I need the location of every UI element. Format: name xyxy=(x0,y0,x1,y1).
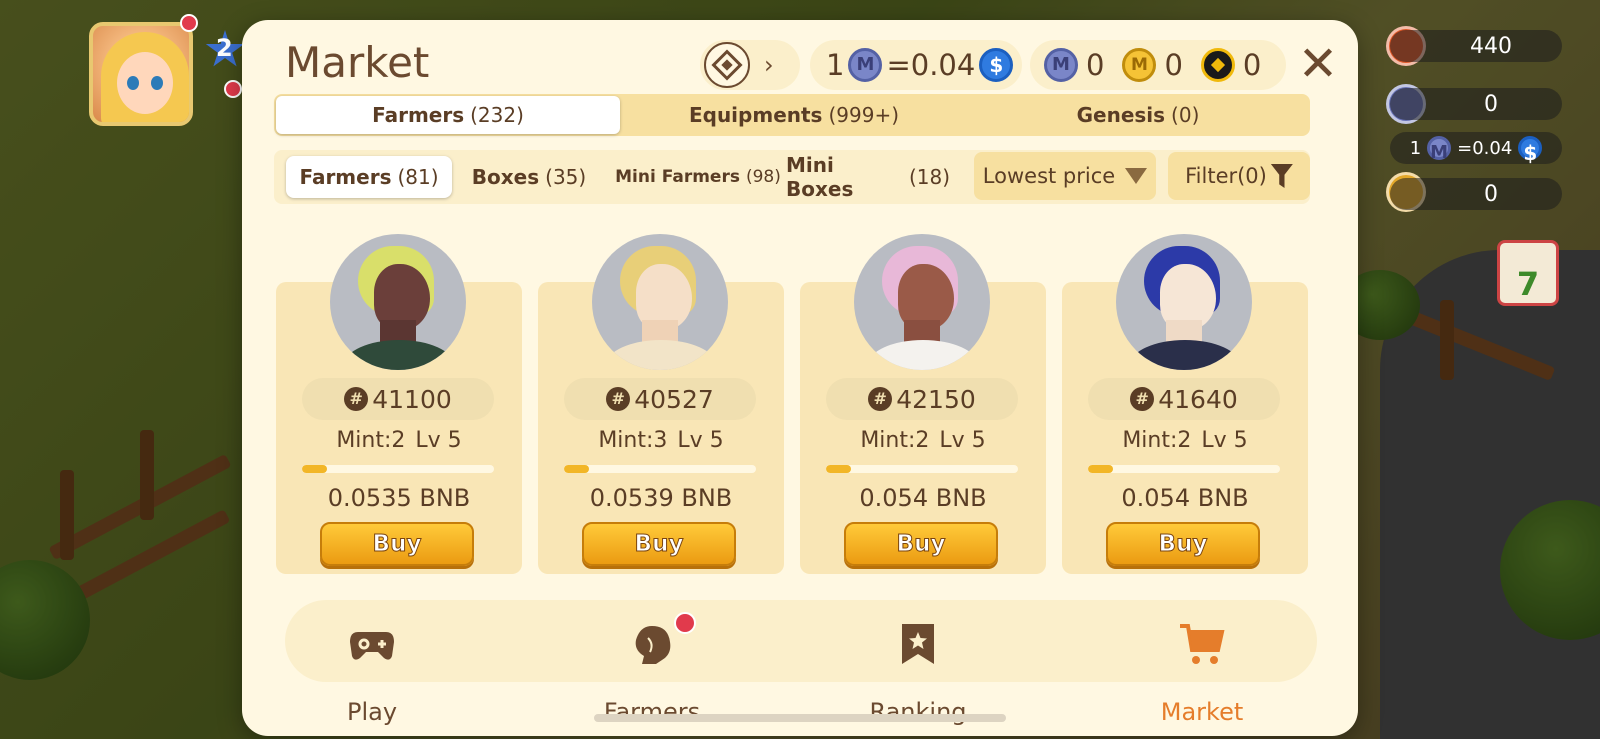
farmer-stats: Mint:2 Lv 5 xyxy=(1122,428,1248,453)
calendar-icon[interactable]: 7 xyxy=(1497,240,1559,306)
hud-rate: 1=0.04 xyxy=(1390,132,1562,164)
farmer-head-icon xyxy=(628,620,676,668)
wallet-balances: 0 0 0 xyxy=(1030,40,1286,90)
nav-play[interactable]: Play xyxy=(302,612,442,732)
buy-button[interactable]: Buy xyxy=(844,522,998,566)
farmer-card[interactable]: #42150 Mint:2 Lv 5 0.054 BNB Buy xyxy=(800,234,1046,574)
m-coin-icon xyxy=(1044,48,1078,82)
nav-label: Play xyxy=(346,698,398,726)
farmer-price: 0.054 BNB xyxy=(859,484,987,512)
tab-genesis[interactable]: Genesis (0) xyxy=(966,94,1310,136)
farmer-stats: Mint:2 Lv 5 xyxy=(336,428,462,453)
farmer-stats: Mint:2 Lv 5 xyxy=(860,428,986,453)
home-indicator xyxy=(594,714,1006,722)
level-progress-bar xyxy=(826,465,1018,473)
buy-button[interactable]: Buy xyxy=(320,522,474,566)
hash-icon: # xyxy=(344,387,369,411)
usd-coin-icon xyxy=(979,48,1014,82)
notification-dot xyxy=(674,612,696,634)
m-coin-balance: 0 xyxy=(1086,48,1105,82)
farmer-card[interactable]: #40527 Mint:3 Lv 5 0.0539 BNB Buy xyxy=(538,234,784,574)
farmer-id: #41100 xyxy=(302,378,494,420)
farmer-price: 0.054 BNB xyxy=(1121,484,1249,512)
level-progress-bar xyxy=(1088,465,1280,473)
bookmark-star-icon xyxy=(894,620,942,668)
sort-dropdown[interactable]: Lowest price xyxy=(974,152,1156,200)
page-title: Market xyxy=(285,38,430,87)
nav-market[interactable]: Market xyxy=(1132,612,1272,732)
usd-coin-icon xyxy=(1518,136,1543,160)
hash-icon: # xyxy=(606,387,631,411)
player-level: 2 xyxy=(216,34,233,62)
farmer-card[interactable]: #41100 Mint:2 Lv 5 0.0535 BNB Buy xyxy=(276,234,522,574)
bnb-logo-icon xyxy=(704,42,750,88)
buy-button[interactable]: Buy xyxy=(1106,522,1260,566)
exchange-rate: 1 =0.04 xyxy=(810,40,1022,90)
notification-badge xyxy=(224,80,242,98)
farmer-id: #40527 xyxy=(564,378,756,420)
gold-coin-counter: 0 xyxy=(1390,178,1562,210)
hash-icon: # xyxy=(868,387,893,411)
bnb-network-button[interactable]: › xyxy=(700,40,800,90)
main-tabs: Farmers (232) Equipments (999+) Genesis (0) xyxy=(274,94,1310,136)
nav-label: Market xyxy=(1160,698,1244,726)
subtab-farmers[interactable]: Farmers (81) xyxy=(286,156,452,198)
chevron-right-icon: › xyxy=(764,51,774,79)
gems-counter: 440 xyxy=(1390,30,1562,62)
market-panel: Market › 1 =0.04 0 0 0 ✕ Farmers(232) Eq… xyxy=(242,20,1358,736)
close-icon[interactable]: ✕ xyxy=(1296,40,1340,88)
level-progress-bar xyxy=(302,465,494,473)
farmer-id: #42150 xyxy=(826,378,1018,420)
gold-coin-balance: 0 xyxy=(1164,48,1183,82)
filter-button[interactable]: Filter(0) xyxy=(1168,152,1310,200)
bnb-balance: 0 xyxy=(1242,48,1262,82)
cart-icon xyxy=(1178,620,1226,668)
subtab-mini-boxes[interactable]: Mini Boxes (18) xyxy=(786,153,950,201)
m-coin-icon xyxy=(1427,136,1452,160)
tab-equipments[interactable]: Equipments (999+) xyxy=(622,94,966,136)
avatar-notification-dot xyxy=(180,14,198,32)
farmer-portrait xyxy=(330,234,466,370)
subtab-mini-farmers[interactable]: Mini Farmers (98) xyxy=(612,156,784,198)
farmer-portrait xyxy=(854,234,990,370)
m-coin-icon xyxy=(848,48,883,82)
m-coin-counter: 0 xyxy=(1390,88,1562,120)
farmer-id: #41640 xyxy=(1088,378,1280,420)
farmer-price: 0.0535 BNB xyxy=(327,484,471,512)
sub-tabs: Farmers (81) Boxes (35) Mini Farmers (98) M… xyxy=(274,150,1310,204)
farmer-portrait xyxy=(592,234,728,370)
farmer-portrait xyxy=(1116,234,1252,370)
farmer-price: 0.0539 BNB xyxy=(589,484,733,512)
farmer-stats: Mint:3 Lv 5 xyxy=(598,428,724,453)
gamepad-icon xyxy=(348,620,396,668)
filter-funnel-icon xyxy=(1270,164,1293,188)
farmer-card[interactable]: #41640 Mint:2 Lv 5 0.054 BNB Buy xyxy=(1062,234,1308,574)
dropdown-arrow-icon xyxy=(1125,168,1148,184)
player-avatar[interactable] xyxy=(89,22,193,126)
buy-button[interactable]: Buy xyxy=(582,522,736,566)
subtab-boxes[interactable]: Boxes (35) xyxy=(460,156,598,198)
bnb-coin-icon xyxy=(1200,48,1235,82)
hash-icon: # xyxy=(1130,387,1155,411)
gold-coin-icon xyxy=(1122,48,1157,82)
tab-farmers[interactable]: Farmers (232) xyxy=(276,96,620,134)
level-progress-bar xyxy=(564,465,756,473)
